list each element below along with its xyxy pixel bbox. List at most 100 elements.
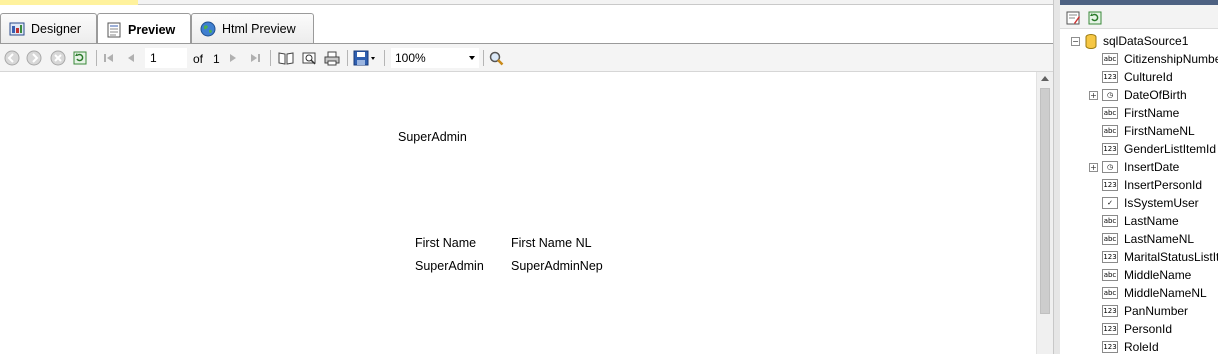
datasource-node[interactable]: sqlDataSource1 — [1085, 32, 1188, 50]
date-field-icon: ◷ — [1102, 89, 1118, 101]
print-preview-icon[interactable] — [300, 49, 318, 67]
scroll-up-icon[interactable] — [1041, 76, 1049, 81]
number-field-icon: 123 — [1102, 341, 1118, 353]
field-node[interactable]: 123 CultureId — [1102, 68, 1173, 86]
zoom-value: 100% — [395, 51, 426, 65]
field-label: LastName — [1124, 214, 1179, 228]
globe-icon — [200, 21, 216, 37]
tab-designer-label: Designer — [31, 22, 82, 36]
field-label: PersonId — [1124, 322, 1173, 336]
edit-datasource-icon[interactable] — [1064, 9, 1082, 27]
tab-html-preview[interactable]: Html Preview — [191, 13, 314, 44]
toolbar-separator — [270, 50, 271, 66]
find-icon[interactable] — [487, 49, 505, 67]
boolean-field-icon: ✓ — [1102, 197, 1118, 209]
field-label: IsSystemUser — [1124, 196, 1199, 210]
field-label: InsertDate — [1124, 160, 1180, 174]
date-field-icon: ◷ — [1102, 161, 1118, 173]
field-label: PanNumber — [1124, 304, 1189, 318]
vertical-scrollbar[interactable] — [1036, 72, 1053, 354]
number-field-icon: 123 — [1102, 305, 1118, 317]
page-number-input[interactable] — [145, 48, 187, 68]
data-explorer-toolbar — [1060, 5, 1218, 29]
designer-icon — [9, 21, 25, 37]
expand-icon[interactable]: + — [1089, 91, 1098, 100]
field-node[interactable]: 123 MaritalStatusListItemId — [1102, 248, 1218, 266]
report-canvas: SuperAdmin First Name First Name NL Supe… — [0, 72, 1036, 354]
field-label: MaritalStatusListItemId — [1124, 250, 1218, 264]
number-field-icon: 123 — [1102, 71, 1118, 83]
field-node[interactable]: 123 GenderListItemId — [1102, 140, 1216, 158]
field-node[interactable]: 123 RoleId — [1102, 338, 1159, 354]
forward-icon[interactable] — [25, 49, 43, 67]
cell-first-name: SuperAdmin — [415, 259, 484, 273]
field-label: FirstName — [1124, 106, 1180, 120]
panel-splitter[interactable] — [1053, 0, 1060, 354]
last-page-icon[interactable] — [246, 49, 264, 67]
previous-page-icon[interactable] — [122, 49, 140, 67]
field-node[interactable]: abc FirstNameNL — [1102, 122, 1195, 140]
collapse-icon[interactable]: − — [1071, 37, 1080, 46]
field-node[interactable]: ◷ DateOfBirth — [1102, 86, 1187, 104]
number-field-icon: 123 — [1102, 251, 1118, 263]
text-field-icon: abc — [1102, 125, 1118, 137]
of-label: of — [193, 52, 204, 66]
back-icon[interactable] — [3, 49, 21, 67]
text-field-icon: abc — [1102, 287, 1118, 299]
field-label: MiddleName — [1124, 268, 1192, 282]
field-node[interactable]: ✓ IsSystemUser — [1102, 194, 1199, 212]
stop-icon[interactable] — [49, 49, 67, 67]
active-document-marker — [0, 0, 138, 5]
field-node[interactable]: 123 PersonId — [1102, 320, 1172, 338]
tab-designer[interactable]: Designer — [0, 13, 97, 44]
number-field-icon: 123 — [1102, 179, 1118, 191]
field-node[interactable]: 123 PanNumber — [1102, 302, 1188, 320]
zoom-select[interactable]: 100% — [391, 48, 479, 68]
toolbar-separator — [483, 50, 484, 66]
refresh-datasource-icon[interactable] — [1086, 9, 1104, 27]
toolbar-separator — [96, 50, 97, 66]
expand-icon[interactable]: + — [1089, 163, 1098, 172]
tab-preview[interactable]: Preview — [97, 13, 191, 45]
toolbar-separator — [384, 50, 385, 66]
save-export-icon[interactable] — [352, 49, 378, 67]
field-label: CitizenshipNumber — [1124, 52, 1218, 66]
field-label: CultureId — [1124, 70, 1173, 84]
field-label: DateOfBirth — [1124, 88, 1187, 102]
field-node[interactable]: ◷ InsertDate — [1102, 158, 1179, 176]
text-field-icon: abc — [1102, 107, 1118, 119]
tab-preview-label: Preview — [128, 22, 176, 37]
column-header-first-name: First Name — [415, 236, 477, 250]
first-page-icon[interactable] — [100, 49, 118, 67]
field-label: LastNameNL — [1124, 232, 1195, 246]
field-label: FirstNameNL — [1124, 124, 1195, 138]
toolbar-separator — [347, 50, 348, 66]
preview-icon — [106, 22, 122, 38]
field-node[interactable]: abc LastName — [1102, 212, 1179, 230]
database-icon — [1085, 33, 1097, 49]
text-field-icon: abc — [1102, 215, 1118, 227]
column-header-first-name-nl: First Name NL — [511, 236, 592, 250]
print-icon[interactable] — [323, 49, 341, 67]
text-field-icon: abc — [1102, 53, 1118, 65]
text-field-icon: abc — [1102, 233, 1118, 245]
next-page-icon[interactable] — [224, 49, 242, 67]
field-node[interactable]: 123 InsertPersonId — [1102, 176, 1202, 194]
field-label: MiddleNameNL — [1124, 286, 1207, 300]
refresh-icon[interactable] — [71, 49, 89, 67]
field-node[interactable]: abc CitizenshipNumber — [1102, 50, 1218, 68]
field-node[interactable]: abc LastNameNL — [1102, 230, 1194, 248]
chevron-down-icon — [469, 56, 475, 60]
preview-toolbar: of 1 100% — [0, 44, 1058, 72]
document-map-icon[interactable] — [277, 49, 295, 67]
field-label: GenderListItemId — [1124, 142, 1217, 156]
tab-html-preview-label: Html Preview — [222, 22, 296, 36]
number-field-icon: 123 — [1102, 323, 1118, 335]
field-node[interactable]: abc MiddleNameNL — [1102, 284, 1207, 302]
field-node[interactable]: abc FirstName — [1102, 104, 1179, 122]
text-field-icon: abc — [1102, 269, 1118, 281]
field-node[interactable]: abc MiddleName — [1102, 266, 1191, 284]
cell-first-name-nl: SuperAdminNep — [511, 259, 603, 273]
scroll-thumb[interactable] — [1040, 88, 1050, 314]
data-explorer-panel: − sqlDataSource1 abc CitizenshipNumber 123… — [1060, 0, 1218, 354]
